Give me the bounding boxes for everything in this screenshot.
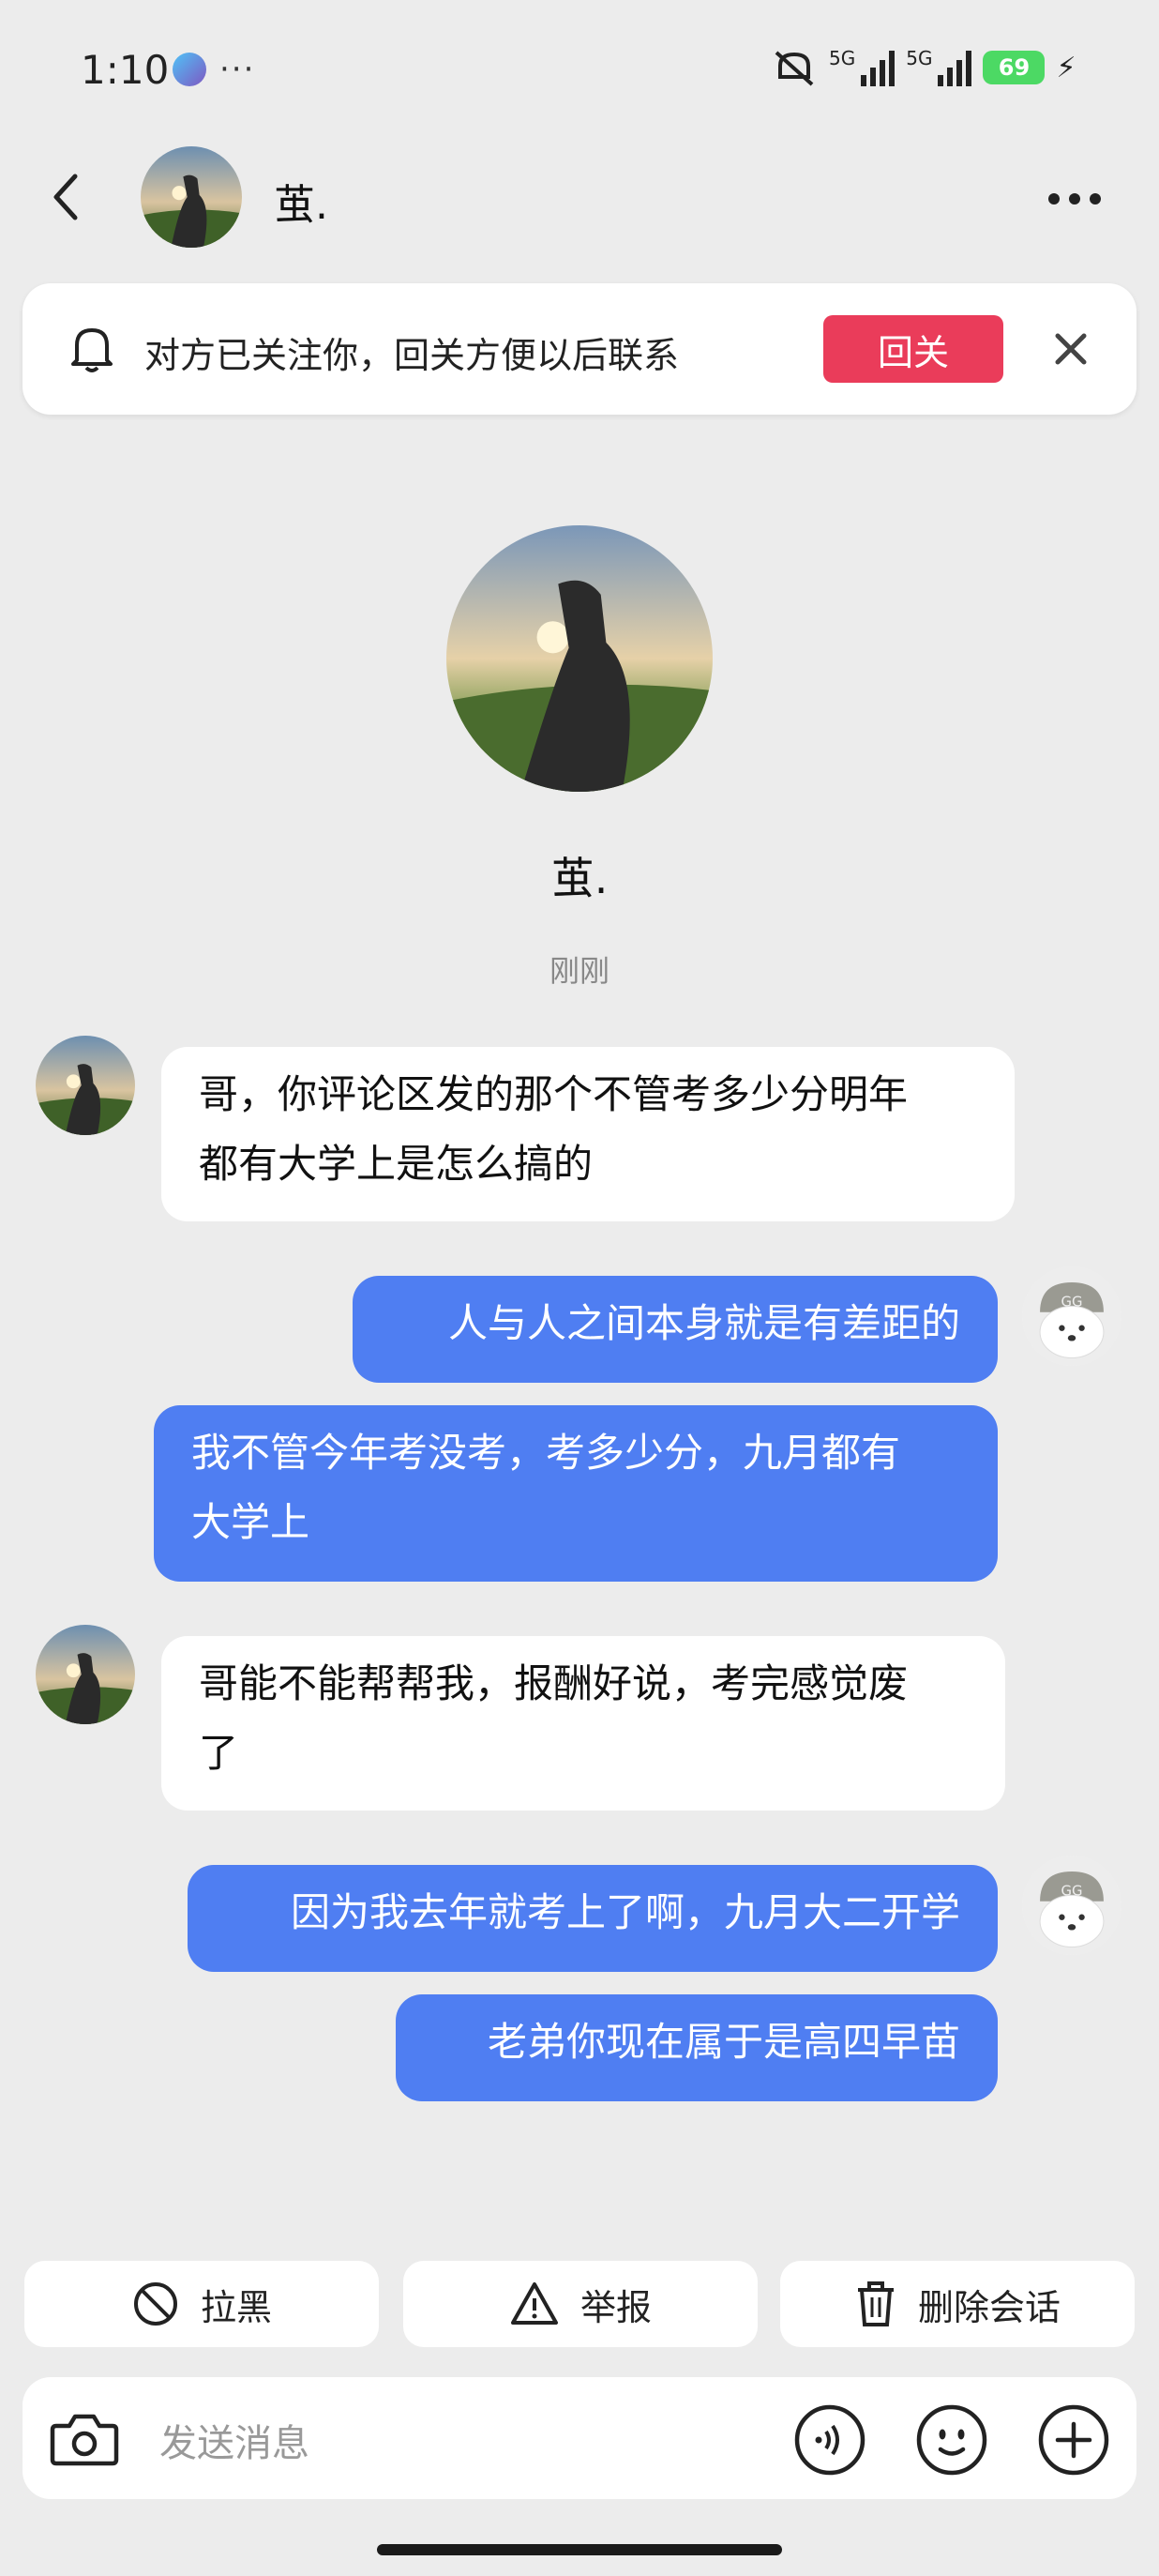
message-timestamp: 刚刚 (549, 953, 610, 989)
report-label: 举报 (580, 2286, 652, 2328)
app-notification-icon (173, 53, 206, 86)
battery-icon: 69 (983, 51, 1046, 84)
voice-icon[interactable] (793, 2403, 866, 2477)
contact-avatar[interactable] (141, 146, 242, 248)
my-avatar[interactable]: GG (1022, 1266, 1121, 1366)
network-type-2: 5G (906, 47, 933, 69)
more-options-icon[interactable] (1048, 193, 1101, 205)
block-button[interactable]: 拉黑 (24, 2261, 379, 2347)
close-icon[interactable] (1050, 328, 1091, 370)
message-bubble-incoming[interactable]: 哥能不能帮帮我，报酬好说，考完感觉废 了 (161, 1636, 1005, 1811)
profile-name: 茧. (550, 853, 609, 903)
status-right-icons: 5G 5G 69 ⚡ (771, 47, 1076, 88)
message-text: 哥能不能帮帮我，报酬好说，考完感觉废 (199, 1660, 909, 1706)
status-left-icons: ··· (173, 51, 255, 88)
message-bubble-incoming[interactable]: 哥，你评论区发的那个不管考多少分明年 都有大学上是怎么搞的 (161, 1047, 1015, 1221)
my-avatar[interactable]: GG (1022, 1856, 1121, 1955)
status-time: 1:10 (81, 47, 170, 93)
delete-conversation-button[interactable]: 删除会话 (780, 2261, 1135, 2347)
signal-icon-2 (938, 49, 972, 86)
warning-icon (510, 2282, 558, 2325)
message-bubble-outgoing[interactable]: 人与人之间本身就是有差距的 (353, 1276, 998, 1383)
block-label: 拉黑 (200, 2286, 272, 2328)
camera-icon[interactable] (47, 2402, 122, 2477)
profile-avatar[interactable] (446, 525, 713, 792)
message-text: 哥，你评论区发的那个不管考多少分明年 (199, 1071, 909, 1117)
message-bubble-outgoing[interactable]: 我不管今年考没考，考多少分，九月都有 大学上 (154, 1405, 998, 1582)
message-text: 老弟你现在属于是高四早苗 (487, 2019, 960, 2065)
message-text: 大学上 (191, 1499, 310, 1545)
home-indicator[interactable] (377, 2544, 782, 2555)
message-bubble-outgoing[interactable]: 因为我去年就考上了啊，九月大二开学 (188, 1865, 998, 1972)
follow-back-button[interactable]: 回关 (823, 315, 1003, 383)
message-text: 都有大学上是怎么搞的 (199, 1141, 594, 1187)
header-contact-name: 茧. (274, 181, 328, 229)
trash-icon (857, 2281, 894, 2326)
message-input[interactable]: 发送消息 (159, 2413, 309, 2467)
add-icon[interactable] (1037, 2403, 1110, 2477)
more-notifications-icon: ··· (219, 51, 256, 88)
message-text: 了 (199, 1730, 239, 1776)
network-type-1: 5G (829, 47, 856, 69)
message-text: 人与人之间本身就是有差距的 (447, 1300, 960, 1346)
banner-message: 对方已关注你，回关方便以后联系 (144, 335, 680, 376)
sender-avatar[interactable] (36, 1625, 135, 1724)
bell-icon (71, 328, 113, 372)
message-text: 我不管今年考没考，考多少分，九月都有 (191, 1430, 901, 1476)
delete-label: 删除会话 (917, 2286, 1061, 2328)
back-arrow-icon[interactable] (47, 169, 84, 225)
message-bubble-outgoing[interactable]: 老弟你现在属于是高四早苗 (396, 1994, 998, 2101)
report-button[interactable]: 举报 (403, 2261, 758, 2347)
mute-icon (775, 51, 814, 86)
message-text: 因为我去年就考上了啊，九月大二开学 (290, 1889, 960, 1935)
block-icon (133, 2282, 177, 2326)
sender-avatar[interactable] (36, 1036, 135, 1135)
emoji-icon[interactable] (915, 2403, 988, 2477)
signal-icon-1 (861, 49, 896, 86)
charging-icon: ⚡ (1056, 51, 1076, 84)
